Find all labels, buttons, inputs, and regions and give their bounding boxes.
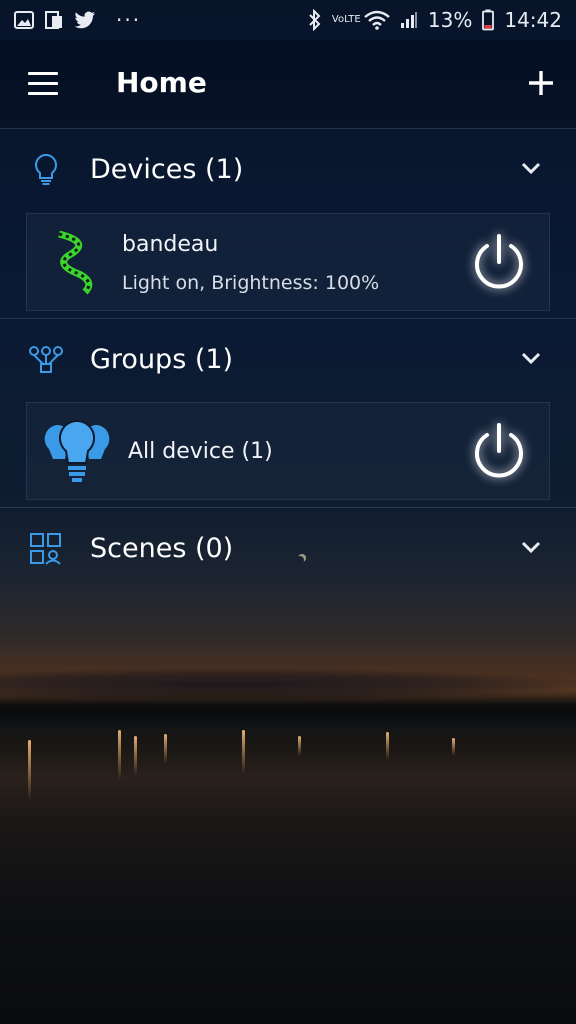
- device-name: bandeau: [122, 232, 219, 257]
- divider: [0, 507, 576, 508]
- battery-icon: [482, 9, 495, 31]
- clipboard-icon: [44, 10, 64, 30]
- devices-section-header[interactable]: Devices (1): [0, 130, 576, 210]
- device-card[interactable]: bandeau Light on, Brightness: 100%: [26, 213, 550, 311]
- status-bar: ··· VoLTE 13% 14:42: [0, 0, 576, 40]
- plus-icon: [529, 71, 553, 95]
- group-tree-icon: [28, 342, 64, 378]
- group-card[interactable]: All device (1): [26, 402, 550, 500]
- power-icon: [475, 234, 523, 289]
- more-notifications-indicator: ···: [116, 8, 142, 32]
- scenes-grid-icon: [28, 531, 64, 567]
- divider: [0, 318, 576, 319]
- battery-percent: 13%: [427, 8, 473, 32]
- chevron-down-icon[interactable]: [518, 537, 544, 557]
- lightbulb-outline-icon: [28, 152, 64, 188]
- add-button[interactable]: [524, 66, 558, 100]
- menu-button[interactable]: [26, 70, 62, 98]
- app-bar: Home: [0, 40, 576, 128]
- groups-section-label: Groups (1): [90, 344, 234, 375]
- chevron-down-icon[interactable]: [518, 158, 544, 178]
- devices-section-label: Devices (1): [90, 154, 244, 185]
- device-power-button[interactable]: [467, 230, 531, 294]
- divider: [0, 128, 576, 129]
- led-strip-icon: [51, 230, 99, 296]
- device-status: Light on, Brightness: 100%: [122, 272, 380, 294]
- wifi-icon: [364, 10, 390, 30]
- bluetooth-icon: [308, 9, 322, 31]
- scenes-section-header[interactable]: Scenes (0): [0, 509, 576, 589]
- group-power-button[interactable]: [467, 419, 531, 483]
- scenes-section-label: Scenes (0): [90, 533, 234, 564]
- gallery-icon: [14, 11, 34, 29]
- bulb-group-icon: [43, 419, 111, 485]
- page-title: Home: [116, 66, 207, 99]
- signal-icon: [400, 11, 418, 29]
- clock: 14:42: [504, 8, 562, 32]
- twitter-icon: [74, 11, 96, 29]
- group-name: All device (1): [128, 439, 273, 464]
- status-left: ···: [14, 8, 141, 32]
- chevron-down-icon[interactable]: [518, 348, 544, 368]
- volte-indicator: VoLTE: [331, 14, 361, 25]
- background-water-reflections: [0, 700, 576, 900]
- groups-section-header[interactable]: Groups (1): [0, 320, 576, 400]
- status-right: VoLTE 13% 14:42: [308, 8, 562, 32]
- power-icon: [475, 423, 523, 478]
